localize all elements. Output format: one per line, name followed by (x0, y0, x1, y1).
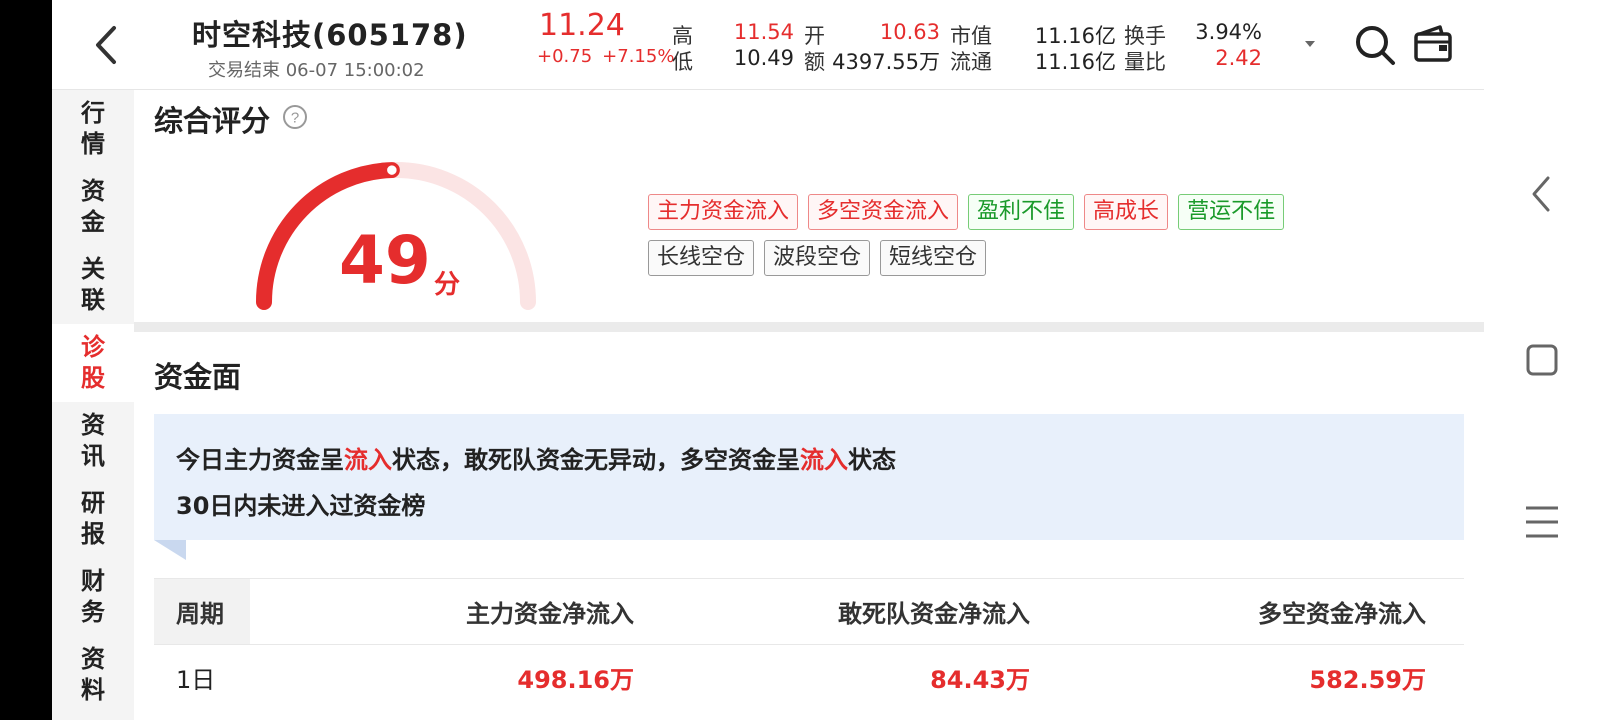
nav-item-label: 资金 (81, 177, 105, 236)
nav-item-diagnosis[interactable]: 诊股 (52, 324, 134, 402)
table-row[interactable]: 1日 498.16万 84.43万 582.59万 (154, 644, 1464, 710)
score-unit: 分 (434, 270, 461, 300)
nav-item-label: 研报 (81, 489, 105, 548)
summary-highlight: 流入 (800, 446, 848, 474)
summary-text: 今日主力资金呈 (176, 446, 344, 474)
nav-item-capital[interactable]: 资金 (52, 168, 134, 246)
low-value: 10.49 (733, 46, 794, 70)
caret-down-icon[interactable] (1302, 36, 1318, 52)
score-tags: 主力资金流入 多空资金流入 盈利不佳 高成长 营运不佳 长线空仓 波段空仓 短线… (648, 194, 1408, 286)
nav-item-label: 诊股 (81, 333, 105, 392)
nav-item-label: 行情 (81, 99, 105, 158)
tag-row: 主力资金流入 多空资金流入 盈利不佳 高成长 营运不佳 (648, 194, 1408, 230)
system-back-icon[interactable] (1520, 172, 1564, 216)
nav-item-label: 关联 (81, 255, 105, 314)
trade-status: 交易结束 06-07 15:00:02 (208, 60, 425, 81)
app-window: 时空科技(605178) 交易结束 06-07 15:00:02 11.24 +… (52, 0, 1484, 720)
column-header-period: 周期 (154, 579, 250, 644)
turnover-value: 3.94% (1195, 20, 1262, 44)
svg-text:?: ? (291, 110, 299, 127)
tag[interactable]: 波段空仓 (764, 240, 871, 276)
tag[interactable]: 高成长 (1084, 194, 1169, 230)
system-menu-icon[interactable] (1520, 500, 1564, 544)
tag[interactable]: 盈利不佳 (968, 194, 1075, 230)
summary-line-2: 30日内未进入过资金榜 (176, 492, 426, 520)
change-value: +0.75 (537, 46, 593, 67)
section-divider (134, 322, 1484, 332)
capital-flow-table: 周期 主力资金净流入 敢死队资金净流入 多空资金净流入 1日 498.16万 8… (154, 578, 1464, 710)
amount-value: 4397.55万 (832, 50, 940, 74)
nav-item-research[interactable]: 研报 (52, 480, 134, 558)
tag-row: 长线空仓 波段空仓 短线空仓 (648, 240, 1408, 276)
search-icon[interactable] (1352, 22, 1398, 68)
table-header-row: 周期 主力资金净流入 敢死队资金净流入 多空资金净流入 (154, 578, 1464, 644)
summary-text: 状态 (848, 446, 896, 474)
column-header-dare: 敢死队资金净流入 (838, 600, 1030, 628)
nav-item-label: 资讯 (81, 411, 105, 470)
tag[interactable]: 长线空仓 (648, 240, 755, 276)
summary-line-1: 今日主力资金呈流入状态，敢死队资金无异动，多空资金呈流入状态 (176, 440, 896, 475)
cell-longshort-inflow: 582.59万 (1309, 666, 1426, 694)
main-content: 综合评分 ? 49 分 主力资金流入 多空资金流入 盈利不佳 高成长 营运不佳 … (134, 90, 1484, 720)
nav-item-finance[interactable]: 财务 (52, 558, 134, 636)
capital-section-title: 资金面 (154, 360, 242, 394)
change-percent: +7.15% (602, 46, 675, 67)
gauge-indicator-dot (384, 162, 400, 178)
nav-item-label: 资料 (81, 645, 105, 704)
nav-item-quote[interactable]: 行情 (52, 90, 134, 168)
tag[interactable]: 多空资金流入 (808, 194, 959, 230)
amount-label: 额 (804, 50, 825, 74)
float-label: 流通 (950, 50, 992, 74)
low-label: 低 (672, 50, 693, 74)
score-section-title: 综合评分 (154, 104, 271, 138)
float-value: 11.16亿 (1034, 50, 1116, 74)
system-nav-bar (1484, 0, 1600, 720)
volratio-value: 2.42 (1215, 46, 1262, 70)
tag[interactable]: 短线空仓 (880, 240, 987, 276)
open-value: 10.63 (879, 20, 940, 44)
nav-item-profile[interactable]: 资料 (52, 636, 134, 714)
system-home-icon[interactable] (1520, 338, 1564, 382)
summary-text: 状态，敢死队资金无异动，多空资金呈 (392, 446, 800, 474)
nav-item-label: 财务 (81, 567, 105, 626)
capital-summary: 今日主力资金呈流入状态，敢死队资金无异动，多空资金呈流入状态 30日内未进入过资… (154, 414, 1464, 540)
column-header-longshort: 多空资金净流入 (1258, 600, 1426, 628)
current-price: 11.24 (539, 8, 625, 43)
cell-dare-inflow: 84.43万 (930, 666, 1030, 694)
wallet-icon[interactable] (1410, 22, 1456, 68)
nav-item-news[interactable]: 资讯 (52, 402, 134, 480)
score-value: 49 (339, 222, 431, 299)
summary-highlight: 流入 (344, 446, 392, 474)
volratio-label: 量比 (1124, 50, 1166, 74)
high-value: 11.54 (733, 20, 794, 44)
tag[interactable]: 主力资金流入 (648, 194, 799, 230)
cell-period: 1日 (176, 666, 216, 694)
price-change: +0.75 +7.15% (537, 46, 684, 67)
help-icon[interactable]: ? (282, 104, 308, 130)
column-header-main: 主力资金净流入 (466, 600, 634, 628)
quote-header: 时空科技(605178) 交易结束 06-07 15:00:02 11.24 +… (52, 0, 1484, 90)
tag[interactable]: 营运不佳 (1178, 194, 1285, 230)
side-nav: 行情 资金 关联 诊股 资讯 研报 财务 资料 (52, 90, 134, 720)
summary-pointer (154, 540, 186, 560)
stock-title: 时空科技(605178) (192, 18, 468, 52)
back-arrow-icon[interactable] (86, 20, 126, 70)
cell-main-inflow: 498.16万 (517, 666, 634, 694)
nav-item-related[interactable]: 关联 (52, 246, 134, 324)
